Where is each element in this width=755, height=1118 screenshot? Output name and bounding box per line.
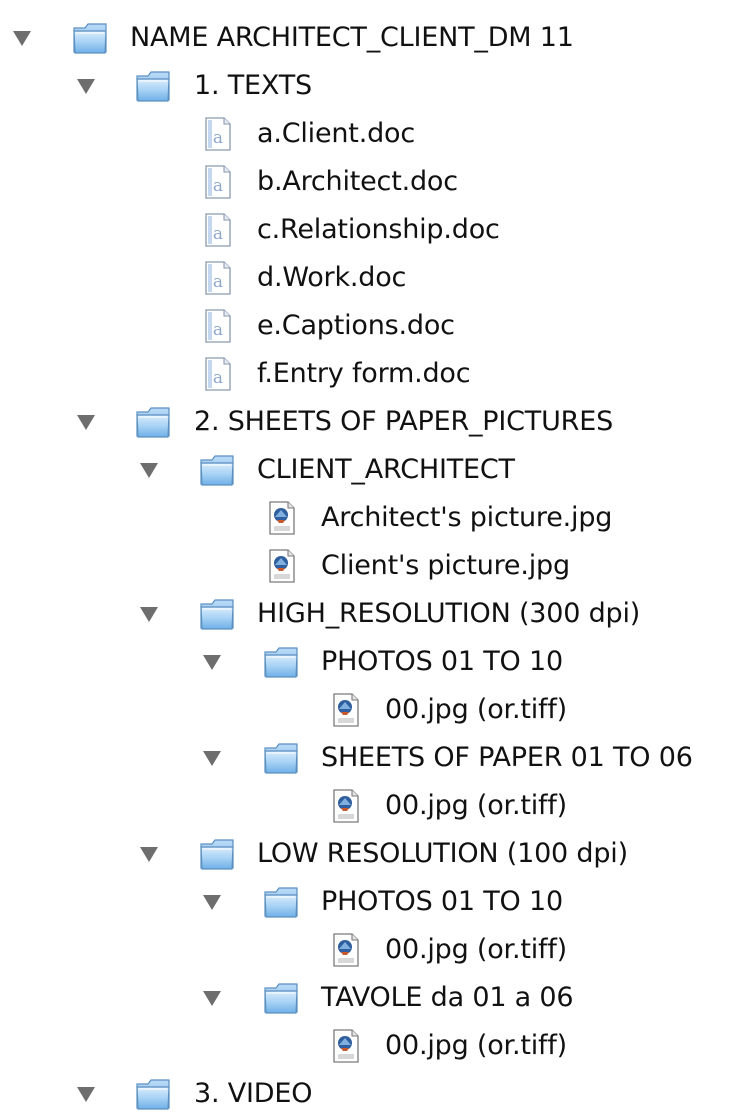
- tree-row-file[interactable]: 00.jpg (or.tiff): [0, 926, 755, 974]
- file-label: e.Captions.doc: [257, 310, 455, 341]
- folder-label: PHOTOS 01 TO 10: [321, 886, 563, 917]
- word-document-icon: [205, 165, 231, 199]
- image-file-icon: [269, 501, 295, 535]
- disclosure-triangle-icon[interactable]: [140, 463, 158, 478]
- tree-row-tavole-folder[interactable]: TAVOLE da 01 a 06: [0, 974, 755, 1022]
- image-file-icon: [333, 789, 359, 823]
- tree-row-file[interactable]: b.Architect.doc: [0, 158, 755, 206]
- folder-label: PHOTOS 01 TO 10: [321, 646, 563, 677]
- folder-icon: [136, 71, 170, 102]
- file-label: d.Work.doc: [257, 262, 407, 293]
- image-file-icon: [333, 933, 359, 967]
- tree-row-photos-folder[interactable]: PHOTOS 01 TO 10: [0, 878, 755, 926]
- disclosure-triangle-icon[interactable]: [140, 607, 158, 622]
- folder-icon: [200, 839, 234, 870]
- tree-row-file[interactable]: d.Work.doc: [0, 254, 755, 302]
- disclosure-triangle-icon[interactable]: [203, 991, 221, 1006]
- tree-row-file[interactable]: f.Entry form.doc: [0, 350, 755, 398]
- folder-icon: [73, 23, 107, 54]
- folder-label: LOW RESOLUTION (100 dpi): [257, 838, 628, 869]
- folder-icon: [200, 455, 234, 486]
- file-label: Client's picture.jpg: [321, 550, 570, 581]
- folder-label: CLIENT_ARCHITECT: [257, 454, 515, 485]
- tree-row-high-resolution-folder[interactable]: HIGH_RESOLUTION (300 dpi): [0, 590, 755, 638]
- file-label: 00.jpg (or.tiff): [385, 790, 567, 821]
- file-label: f.Entry form.doc: [257, 358, 471, 389]
- disclosure-triangle-icon[interactable]: [203, 655, 221, 670]
- folder-icon: [264, 647, 298, 678]
- folder-icon: [264, 887, 298, 918]
- folder-label: NAME ARCHITECT_CLIENT_DM 11: [130, 22, 574, 53]
- tree-row-file[interactable]: Client's picture.jpg: [0, 542, 755, 590]
- tree-row-texts-folder[interactable]: 1. TEXTS: [0, 62, 755, 110]
- image-file-icon: [269, 549, 295, 583]
- tree-row-file[interactable]: Architect's picture.jpg: [0, 494, 755, 542]
- tree-row-root-folder[interactable]: NAME ARCHITECT_CLIENT_DM 11: [0, 14, 755, 62]
- folder-label: 2. SHEETS OF PAPER_PICTURES: [194, 406, 614, 437]
- word-document-icon: [205, 261, 231, 295]
- disclosure-triangle-icon[interactable]: [140, 847, 158, 862]
- folder-icon: [136, 407, 170, 438]
- disclosure-triangle-icon[interactable]: [77, 1087, 95, 1102]
- folder-label: TAVOLE da 01 a 06: [321, 982, 574, 1013]
- tree-row-file[interactable]: 00.jpg (or.tiff): [0, 782, 755, 830]
- folder-label: HIGH_RESOLUTION (300 dpi): [257, 598, 641, 629]
- tree-row-low-resolution-folder[interactable]: LOW RESOLUTION (100 dpi): [0, 830, 755, 878]
- folder-label: SHEETS OF PAPER 01 TO 06: [321, 742, 693, 773]
- folder-label: 1. TEXTS: [194, 70, 312, 101]
- folder-label: 3. VIDEO: [194, 1078, 313, 1109]
- tree-row-file[interactable]: c.Relationship.doc: [0, 206, 755, 254]
- file-label: c.Relationship.doc: [257, 214, 500, 245]
- tree-row-file[interactable]: 00.jpg (or.tiff): [0, 686, 755, 734]
- file-label: 00.jpg (or.tiff): [385, 934, 567, 965]
- tree-row-client-architect-folder[interactable]: CLIENT_ARCHITECT: [0, 446, 755, 494]
- folder-icon: [264, 983, 298, 1014]
- disclosure-triangle-icon[interactable]: [203, 895, 221, 910]
- image-file-icon: [333, 1029, 359, 1063]
- word-document-icon: [205, 117, 231, 151]
- word-document-icon: [205, 309, 231, 343]
- tree-row-file[interactable]: a.Client.doc: [0, 110, 755, 158]
- tree-row-sheets-of-paper-folder[interactable]: SHEETS OF PAPER 01 TO 06: [0, 734, 755, 782]
- file-tree: NAME ARCHITECT_CLIENT_DM 11 1. TEXTS a.C…: [0, 14, 755, 1118]
- file-label: 00.jpg (or.tiff): [385, 694, 567, 725]
- image-file-icon: [333, 693, 359, 727]
- disclosure-triangle-icon[interactable]: [77, 79, 95, 94]
- disclosure-triangle-icon[interactable]: [13, 31, 31, 46]
- folder-icon: [264, 743, 298, 774]
- disclosure-triangle-icon[interactable]: [77, 415, 95, 430]
- folder-icon: [200, 599, 234, 630]
- tree-row-file[interactable]: 00.jpg (or.tiff): [0, 1022, 755, 1070]
- file-label: 00.jpg (or.tiff): [385, 1030, 567, 1061]
- word-document-icon: [205, 357, 231, 391]
- file-label: Architect's picture.jpg: [321, 502, 613, 533]
- file-label: a.Client.doc: [257, 118, 415, 149]
- word-document-icon: [205, 213, 231, 247]
- tree-row-photos-folder[interactable]: PHOTOS 01 TO 10: [0, 638, 755, 686]
- tree-row-file[interactable]: e.Captions.doc: [0, 302, 755, 350]
- file-label: b.Architect.doc: [257, 166, 458, 197]
- folder-icon: [136, 1079, 170, 1110]
- disclosure-triangle-icon[interactable]: [203, 751, 221, 766]
- tree-row-sheets-folder[interactable]: 2. SHEETS OF PAPER_PICTURES: [0, 398, 755, 446]
